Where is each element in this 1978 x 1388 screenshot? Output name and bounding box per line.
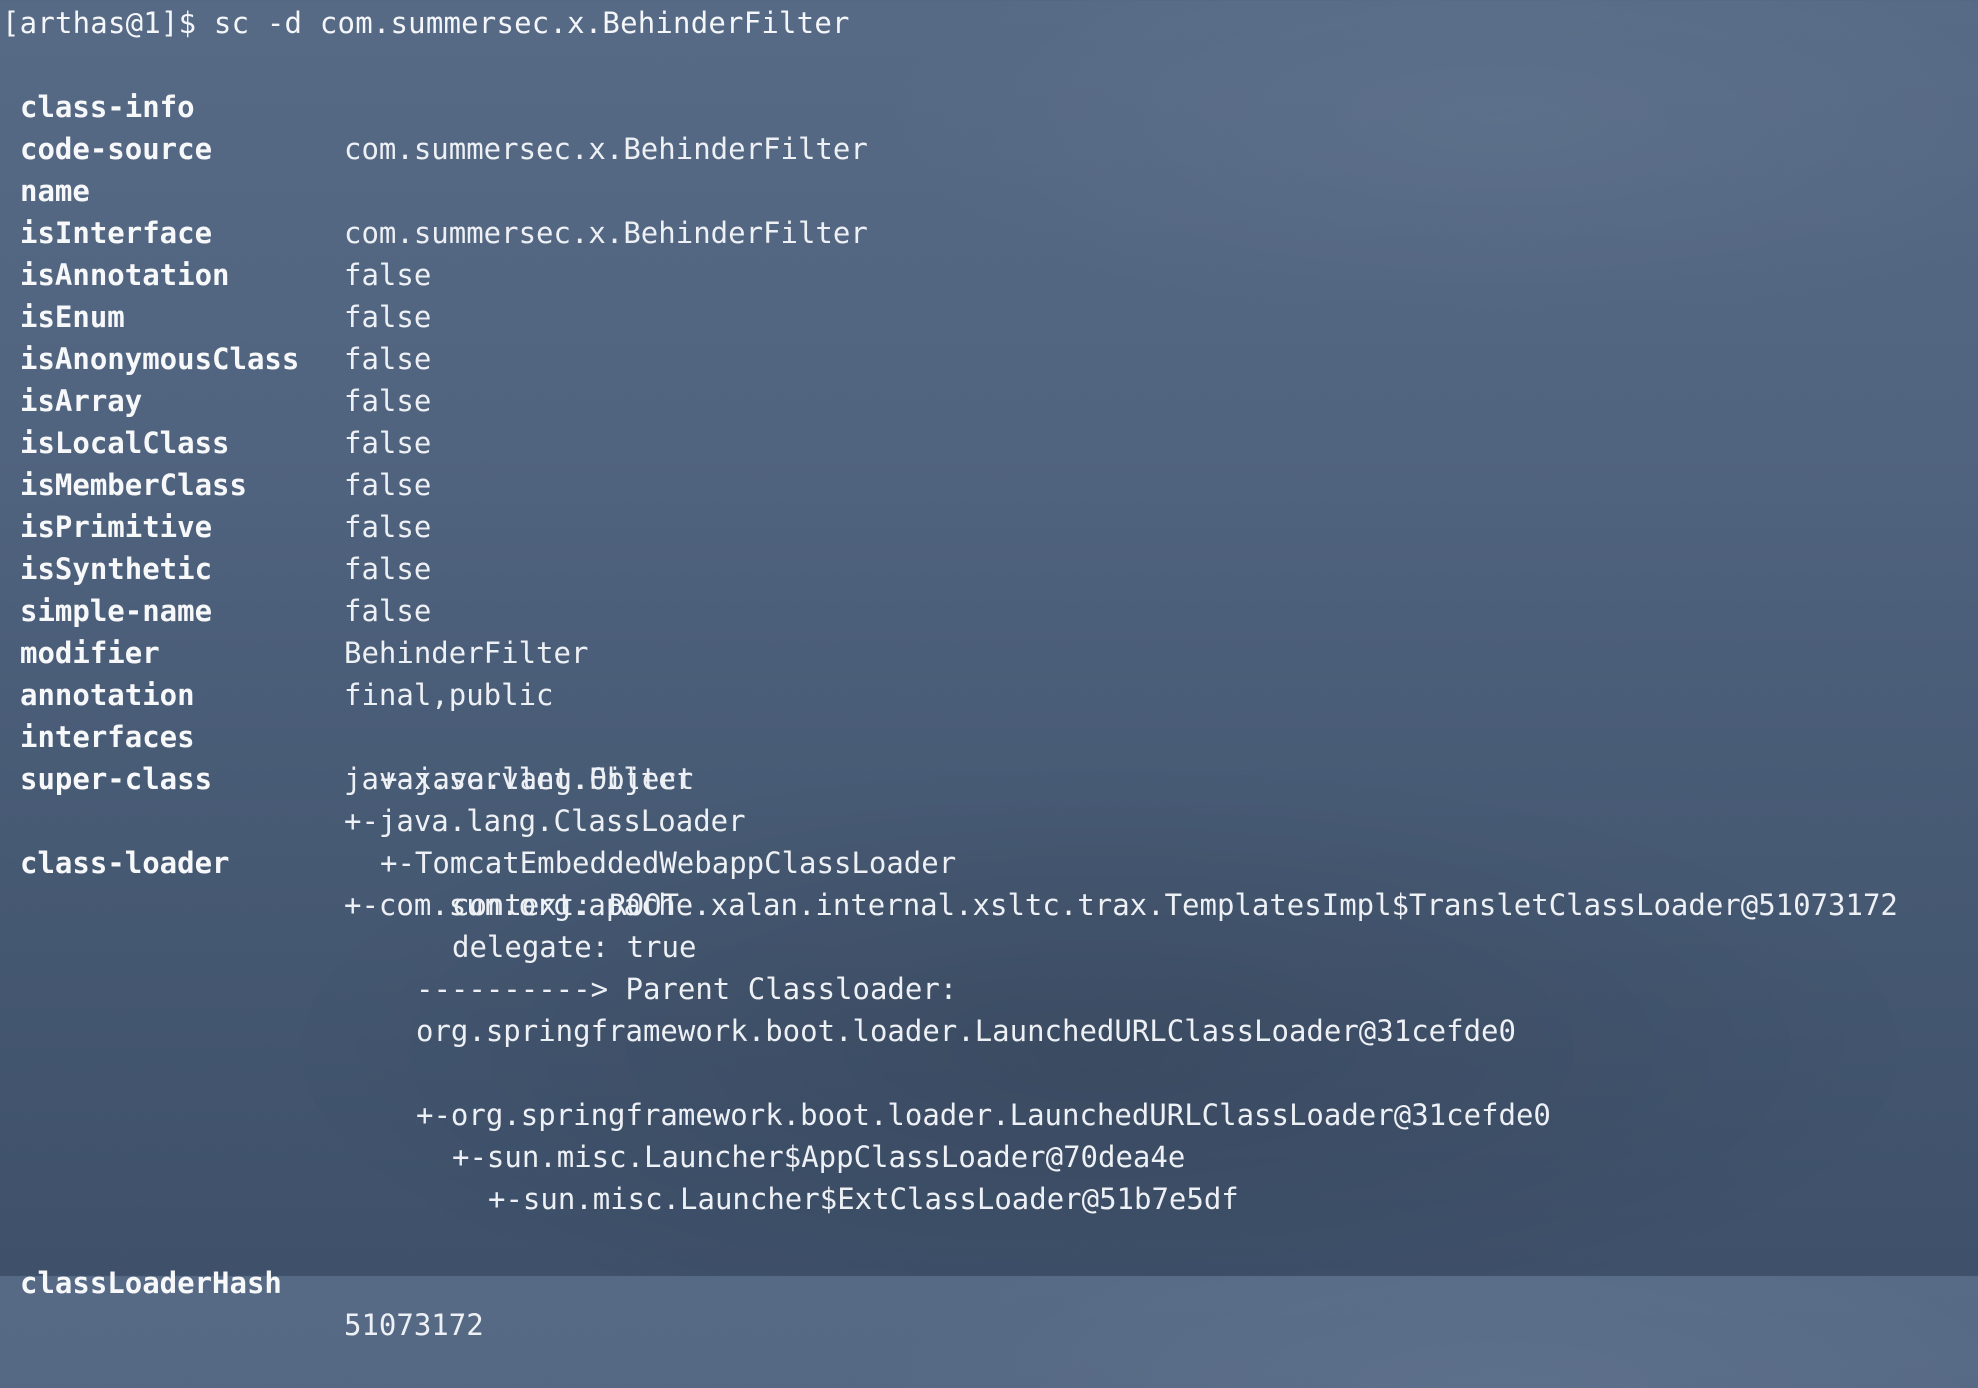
field-key: super-class (20, 762, 213, 796)
field-row-isSynthetic: isSynthetic false (0, 506, 431, 628)
field-row-code-source: code-source (0, 86, 212, 166)
field-value: false (344, 426, 432, 460)
field-row-name: name com.summersec.x.BehinderFilter (0, 128, 868, 250)
field-row-simple-name: simple-name BehinderFilter (0, 548, 588, 670)
field-row-isAnnotation: isAnnotation false (0, 212, 431, 334)
class-loader-tree-line: ----------> Parent Classloader: (416, 972, 958, 1006)
command-prompt-line: [arthas@1]$ sc -d com.summersec.x.Behind… (2, 6, 850, 40)
field-value: com.summersec.x.BehinderFilter (344, 216, 868, 250)
field-key: class-loader (20, 846, 230, 880)
field-row-classLoaderHash: classLoaderHash 51073172 (0, 1220, 484, 1342)
super-class-tree-line: +-java.lang.Object (380, 762, 695, 796)
field-value: 51073172 (344, 1308, 484, 1342)
field-row-isPrimitive: isPrimitive false (0, 464, 431, 586)
field-row-interfaces: interfaces javax.servlet.Filter (0, 674, 693, 796)
field-row-modifier: modifier final,public (0, 590, 554, 712)
field-value: false (344, 300, 432, 334)
field-row-isArray: isArray false (0, 338, 431, 460)
field-value: false (344, 258, 432, 292)
field-row-isLocalClass: isLocalClass false (0, 380, 431, 502)
field-row-annotation: annotation (0, 632, 195, 712)
field-row-isEnum: isEnum false (0, 254, 431, 376)
class-loader-tree-line: +-TomcatEmbeddedWebappClassLoader (380, 846, 957, 880)
field-key: classLoaderHash (20, 1266, 282, 1300)
field-value: false (344, 552, 432, 586)
field-value: final,public (344, 678, 554, 712)
field-row-class-loader: class-loader +-com.sun.org.apache.xalan.… (0, 800, 1898, 922)
class-loader-tree-line: org.springframework.boot.loader.Launched… (416, 1014, 1516, 1048)
field-row-super-class: super-class +-java.lang.ClassLoader (0, 716, 746, 838)
field-row-isInterface: isInterface false (0, 170, 431, 292)
class-loader-tree-line: +-sun.misc.Launcher$AppClassLoader@70dea… (452, 1140, 1186, 1174)
field-row-isMemberClass: isMemberClass false (0, 422, 431, 544)
class-loader-tree-line: delegate: true (452, 930, 697, 964)
terminal-window[interactable]: [arthas@1]$ sc -d com.summersec.x.Behind… (0, 0, 1978, 1342)
field-row-isAnonymousClass: isAnonymousClass false (0, 296, 431, 418)
field-value: BehinderFilter (344, 636, 589, 670)
field-value: false (344, 384, 432, 418)
field-value: +-java.lang.ClassLoader (344, 804, 746, 838)
class-loader-tree-line: context: ROOT (452, 888, 679, 922)
field-value: false (344, 468, 432, 502)
class-loader-tree-line: +-sun.misc.Launcher$ExtClassLoader@51b7e… (488, 1182, 1239, 1216)
field-value: false (344, 594, 432, 628)
field-value: false (344, 342, 432, 376)
field-value: false (344, 510, 432, 544)
field-value: com.summersec.x.BehinderFilter (344, 132, 868, 166)
field-row-class-info: class-info com.summersec.x.BehinderFilte… (0, 44, 868, 166)
class-loader-tree-line: +-org.springframework.boot.loader.Launch… (416, 1098, 1551, 1132)
